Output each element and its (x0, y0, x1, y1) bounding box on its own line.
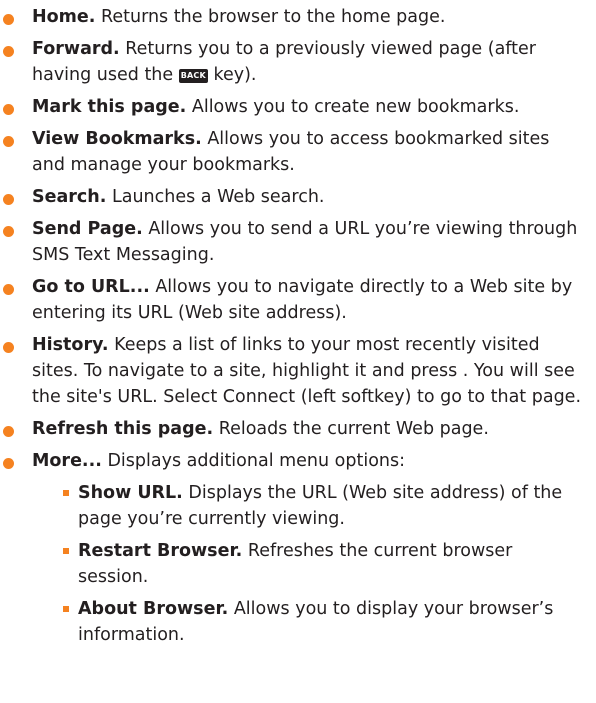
item-term: Refresh this page. (32, 419, 214, 439)
square-bullet-icon (63, 548, 69, 554)
bullet-icon (3, 458, 14, 469)
subitem-term: About Browser. (78, 599, 229, 619)
list-item-more: More... Displays additional menu options… (0, 448, 586, 648)
back-key-icon: BACK (178, 69, 208, 83)
browser-menu-options-list: Home. Returns the browser to the home pa… (0, 4, 586, 648)
item-term: History. (32, 335, 109, 355)
list-item-go-to-url: Go to URL... Allows you to navigate dire… (0, 274, 586, 326)
item-description: Allows you to create new bookmarks. (186, 97, 520, 117)
square-bullet-icon (63, 606, 69, 612)
bullet-icon (3, 342, 14, 353)
item-description-end: key). (207, 65, 257, 85)
item-term: Send Page. (32, 219, 143, 239)
bullet-icon (3, 226, 14, 237)
more-submenu-list: Show URL. Displays the URL (Web site add… (32, 480, 586, 648)
bullet-icon (3, 194, 14, 205)
sublist-item-about-browser: About Browser. Allows you to display you… (32, 596, 586, 648)
bullet-icon (3, 14, 14, 25)
item-term: Search. (32, 187, 107, 207)
list-item-home: Home. Returns the browser to the home pa… (0, 4, 586, 30)
sublist-item-show-url: Show URL. Displays the URL (Web site add… (32, 480, 586, 532)
item-description: Displays additional menu options: (101, 451, 406, 471)
item-description: Returns the browser to the home page. (95, 7, 446, 27)
list-item-forward: Forward. Returns you to a previously vie… (0, 36, 586, 88)
list-item-search: Search. Launches a Web search. (0, 184, 586, 210)
item-term: Forward. (32, 39, 120, 59)
list-item-send-page: Send Page. Allows you to send a URL you’… (0, 216, 586, 268)
sublist-item-restart-browser: Restart Browser. Refreshes the current b… (32, 538, 586, 590)
list-item-history: History. Keeps a list of links to your m… (0, 332, 586, 410)
item-term: Mark this page. (32, 97, 187, 117)
item-description: Launches a Web search. (106, 187, 325, 207)
square-bullet-icon (63, 490, 69, 496)
bullet-icon (3, 46, 14, 57)
item-term: Home. (32, 7, 96, 27)
bullet-icon (3, 104, 14, 115)
bullet-icon (3, 426, 14, 437)
list-item-mark-this-page: Mark this page. Allows you to create new… (0, 94, 586, 120)
bullet-icon (3, 136, 14, 147)
subitem-term: Restart Browser. (78, 541, 243, 561)
list-item-view-bookmarks: View Bookmarks. Allows you to access boo… (0, 126, 586, 178)
list-item-refresh-this-page: Refresh this page. Reloads the current W… (0, 416, 586, 442)
bullet-icon (3, 284, 14, 295)
subitem-term: Show URL. (78, 483, 183, 503)
item-description: Keeps a list of links to your most recen… (32, 335, 582, 407)
item-term: View Bookmarks. (32, 129, 202, 149)
item-description: Reloads the current Web page. (213, 419, 489, 439)
item-term: Go to URL... (32, 277, 150, 297)
item-term: More... (32, 451, 102, 471)
manual-page: Home. Returns the browser to the home pa… (0, 0, 596, 703)
